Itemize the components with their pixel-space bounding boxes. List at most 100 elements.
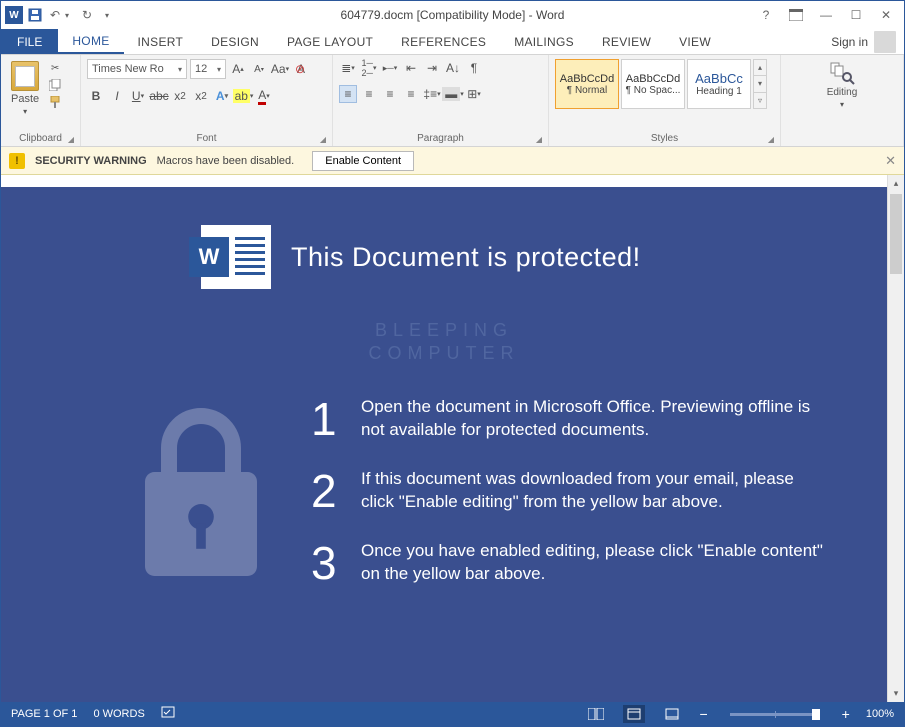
save-icon[interactable] bbox=[27, 7, 43, 23]
ribbon-display-options-icon[interactable] bbox=[788, 7, 804, 23]
tab-insert[interactable]: INSERT bbox=[124, 29, 198, 54]
status-page[interactable]: PAGE 1 OF 1 bbox=[11, 708, 77, 720]
underline-icon[interactable]: U▾ bbox=[129, 87, 147, 105]
bullets-icon[interactable]: ≣▾ bbox=[339, 59, 357, 77]
tab-design[interactable]: DESIGN bbox=[197, 29, 273, 54]
scroll-up-icon[interactable]: ▴ bbox=[888, 175, 904, 192]
tab-file[interactable]: FILE bbox=[1, 29, 58, 54]
document-steps: 1 Open the document in Microsoft Office.… bbox=[311, 386, 827, 611]
status-proofing-icon[interactable] bbox=[161, 706, 177, 723]
decrease-indent-icon[interactable]: ⇤ bbox=[402, 59, 420, 77]
zoom-slider[interactable] bbox=[730, 713, 820, 716]
paste-button[interactable]: Paste ▾ bbox=[7, 59, 43, 118]
styles-expand-icon[interactable]: ▿ bbox=[754, 93, 766, 108]
undo-dropdown-icon[interactable]: ▾ bbox=[59, 7, 75, 23]
tab-references[interactable]: REFERENCES bbox=[387, 29, 500, 54]
help-icon[interactable]: ? bbox=[758, 7, 774, 23]
format-painter-icon[interactable] bbox=[47, 95, 63, 109]
status-words[interactable]: 0 WORDS bbox=[93, 708, 144, 720]
sort-icon[interactable]: A↓ bbox=[444, 59, 462, 77]
ribbon: Paste ▾ ✂ Clipboard ◢ Times New Ro▾ 12▾ A… bbox=[1, 55, 904, 147]
copy-icon[interactable] bbox=[47, 78, 63, 92]
zoom-in-button[interactable]: + bbox=[842, 706, 850, 722]
zoom-out-button[interactable]: − bbox=[699, 706, 707, 722]
close-icon[interactable]: ✕ bbox=[878, 7, 894, 23]
numbering-icon[interactable]: 1─2─▾ bbox=[360, 59, 378, 77]
text-effects-icon[interactable]: A▾ bbox=[213, 87, 231, 105]
editing-dropdown-icon[interactable]: ▾ bbox=[840, 100, 844, 109]
clear-formatting-icon[interactable]: A⊘ bbox=[292, 60, 310, 78]
document-watermark: BLEEPING COMPUTER bbox=[1, 319, 887, 366]
qat-customize-icon[interactable]: ▾ bbox=[99, 7, 115, 23]
paste-dropdown-icon[interactable]: ▾ bbox=[23, 107, 27, 116]
borders-icon[interactable]: ⊞▾ bbox=[465, 85, 483, 103]
cut-icon[interactable]: ✂ bbox=[47, 61, 63, 75]
redo-icon[interactable]: ↻ bbox=[79, 7, 95, 23]
styles-dialog-launcher-icon[interactable]: ◢ bbox=[768, 135, 774, 144]
strikethrough-icon[interactable]: abc bbox=[150, 87, 168, 105]
highlight-icon[interactable]: ab▾ bbox=[234, 87, 252, 105]
font-name-combo[interactable]: Times New Ro▾ bbox=[87, 59, 187, 79]
tab-home[interactable]: HOME bbox=[58, 29, 123, 54]
increase-indent-icon[interactable]: ⇥ bbox=[423, 59, 441, 77]
italic-icon[interactable]: I bbox=[108, 87, 126, 105]
bold-icon[interactable]: B bbox=[87, 87, 105, 105]
styles-row-down-icon[interactable]: ▾ bbox=[754, 76, 766, 92]
subscript-icon[interactable]: x2 bbox=[171, 87, 189, 105]
align-center-icon[interactable]: ≡ bbox=[360, 85, 378, 103]
font-dialog-launcher-icon[interactable]: ◢ bbox=[320, 135, 326, 144]
enable-content-button[interactable]: Enable Content bbox=[312, 151, 414, 171]
shrink-font-icon[interactable]: A▾ bbox=[250, 60, 268, 78]
read-mode-icon[interactable] bbox=[585, 705, 607, 723]
status-bar: PAGE 1 OF 1 0 WORDS − + 100% bbox=[1, 702, 904, 726]
grow-font-icon[interactable]: A▴ bbox=[229, 60, 247, 78]
document-page[interactable]: W This Document is protected! BLEEPING C… bbox=[1, 187, 887, 702]
security-warning-message: Macros have been disabled. bbox=[157, 155, 295, 167]
scroll-thumb[interactable] bbox=[890, 194, 902, 274]
style-no-spacing[interactable]: AaBbCcDd ¶ No Spac... bbox=[621, 59, 685, 109]
warning-icon: ! bbox=[9, 153, 25, 169]
font-size-combo[interactable]: 12▾ bbox=[190, 59, 226, 79]
styles-gallery: AaBbCcDd ¶ Normal AaBbCcDd ¶ No Spac... … bbox=[555, 59, 767, 109]
styles-group-label: Styles bbox=[651, 133, 678, 144]
paragraph-dialog-launcher-icon[interactable]: ◢ bbox=[536, 135, 542, 144]
styles-gallery-nav[interactable]: ▴ ▾ ▿ bbox=[753, 59, 767, 109]
paste-icon bbox=[11, 61, 39, 91]
avatar-icon bbox=[874, 31, 896, 53]
security-bar-close-icon[interactable]: ✕ bbox=[885, 153, 896, 169]
style-normal[interactable]: AaBbCcDd ¶ Normal bbox=[555, 59, 619, 109]
justify-icon[interactable]: ≡ bbox=[402, 85, 420, 103]
minimize-icon[interactable]: — bbox=[818, 7, 834, 23]
clipboard-group-label: Clipboard bbox=[19, 133, 62, 144]
document-step-3: 3 Once you have enabled editing, please … bbox=[311, 540, 827, 586]
vertical-scrollbar[interactable]: ▴ ▾ bbox=[887, 175, 904, 702]
show-hide-icon[interactable]: ¶ bbox=[465, 59, 483, 77]
web-layout-icon[interactable] bbox=[661, 705, 683, 723]
shading-icon[interactable]: ▬▾ bbox=[444, 85, 462, 103]
clipboard-dialog-launcher-icon[interactable]: ◢ bbox=[68, 135, 74, 144]
print-layout-icon[interactable] bbox=[623, 705, 645, 723]
superscript-icon[interactable]: x2 bbox=[192, 87, 210, 105]
multilevel-list-icon[interactable]: ▸─▾ bbox=[381, 59, 399, 77]
tab-mailings[interactable]: MAILINGS bbox=[500, 29, 588, 54]
tab-view[interactable]: VIEW bbox=[665, 29, 725, 54]
tab-page-layout[interactable]: PAGE LAYOUT bbox=[273, 29, 387, 54]
editing-button[interactable]: Editing ▾ bbox=[821, 59, 864, 111]
scroll-down-icon[interactable]: ▾ bbox=[888, 685, 904, 702]
maximize-icon[interactable]: ☐ bbox=[848, 7, 864, 23]
tab-review[interactable]: REVIEW bbox=[588, 29, 665, 54]
lock-icon bbox=[121, 386, 281, 611]
document-word-icon: W bbox=[201, 225, 271, 289]
align-left-icon[interactable]: ≡ bbox=[339, 85, 357, 103]
change-case-icon[interactable]: Aa▾ bbox=[271, 60, 289, 78]
sign-in[interactable]: Sign in bbox=[831, 29, 904, 54]
align-right-icon[interactable]: ≡ bbox=[381, 85, 399, 103]
zoom-value[interactable]: 100% bbox=[866, 708, 894, 720]
paste-label: Paste bbox=[11, 93, 39, 105]
style-heading1[interactable]: AaBbCc Heading 1 bbox=[687, 59, 751, 109]
font-color-icon[interactable]: A▾ bbox=[255, 87, 273, 105]
line-spacing-icon[interactable]: ‡≡▾ bbox=[423, 85, 441, 103]
styles-row-up-icon[interactable]: ▴ bbox=[754, 60, 766, 76]
group-editing: Editing ▾ bbox=[781, 55, 904, 146]
sign-in-label: Sign in bbox=[831, 35, 868, 49]
